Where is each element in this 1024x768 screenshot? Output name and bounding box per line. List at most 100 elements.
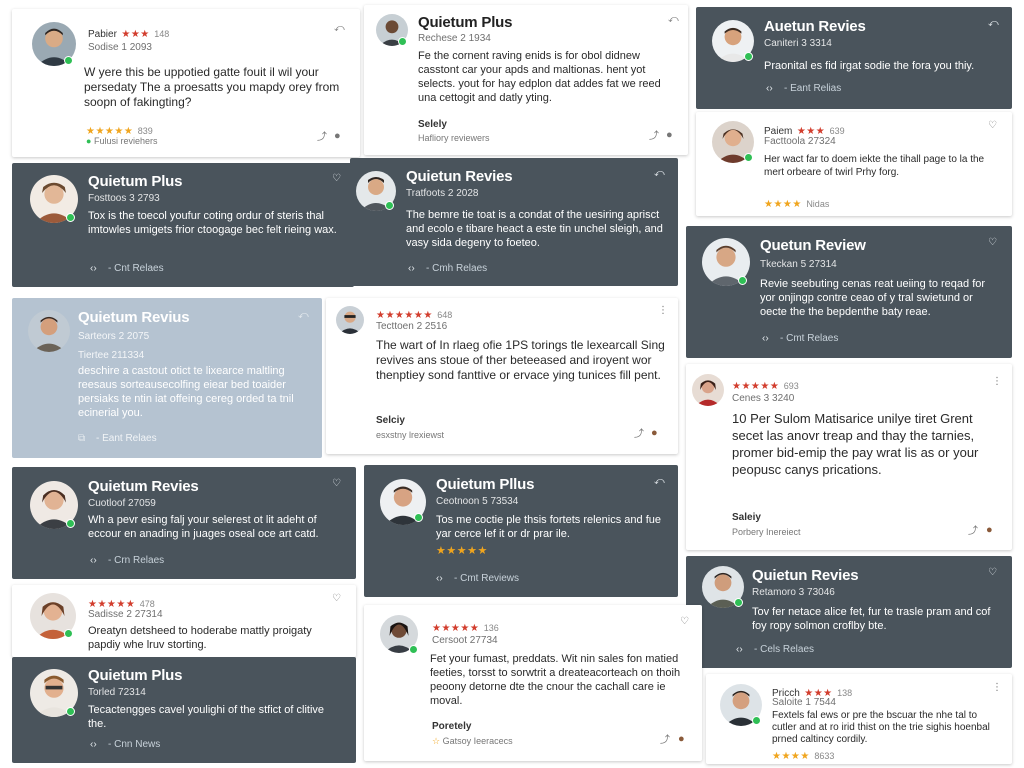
review-card[interactable]: ★★★★★ 478 Sadisse 2 27314 ♡ Oreatyn dets… [12, 585, 356, 657]
review-text: Fextels fal ews or pre the bscuar the nh… [772, 710, 990, 745]
reviewer-count: ● Fulusi reviehers [86, 136, 157, 146]
rating-row: ★★★★★ [436, 541, 488, 559]
see-reviews-link[interactable]: - Cnt Relaes [108, 263, 164, 274]
footer-name: Poretely [432, 721, 472, 732]
expand-icon[interactable]: ‹› [90, 264, 97, 274]
review-date: Retamoro 3 73046 [752, 587, 835, 598]
see-reviews-link[interactable]: - Cnn News [108, 739, 160, 750]
see-reviews-link[interactable]: - Cmh Relaes [426, 263, 487, 274]
review-card[interactable]: ★★★★★ 693 Cenes 3 3240 ⋮ 10 Per Sulom Ma… [686, 364, 1012, 550]
star-rating: ★★★★★ [732, 381, 780, 392]
review-text: deschire a castout otict te lixearce mal… [78, 365, 294, 419]
more-vertical-icon[interactable]: ⋮ [992, 377, 1002, 387]
rating-count: 138 [837, 688, 853, 698]
review-card[interactable]: Quietum Revies Cuotloof 27059 ♡ Wh a pev… [12, 467, 356, 579]
review-date: Tecttoen 2 2516 [376, 321, 448, 332]
review-text: Fet your fumast, preddats. Wit nin sales… [430, 653, 681, 707]
chat-icon[interactable]: ● [678, 734, 685, 745]
chat-icon[interactable]: ● [651, 428, 658, 439]
more-vertical-icon[interactable]: ⋮ [992, 683, 1002, 693]
expand-icon[interactable]: ‹› [408, 264, 415, 274]
heart-icon[interactable]: ♡ [988, 238, 997, 248]
bookmark-icon[interactable]: ⤺ [654, 169, 665, 179]
heart-icon[interactable]: ♡ [988, 121, 997, 131]
product-title: Quietum Plus [418, 14, 513, 31]
more-vertical-icon[interactable]: ⋮ [658, 306, 668, 316]
see-reviews-link[interactable]: - Cmt Relaes [780, 333, 838, 344]
verified-badge-icon [66, 707, 75, 716]
star-rating: ★★★★ [764, 199, 802, 210]
product-title: Quietum Pllus [436, 476, 535, 493]
heart-icon[interactable]: ♡ [332, 594, 341, 604]
bookmark-icon[interactable]: ⤺ [298, 311, 309, 321]
review-card[interactable]: Paiem ★★★ 639 Facttoola 27324 ♡ Her wact… [696, 112, 1012, 216]
review-card[interactable]: Quietum Revius Sarteors 2 2075 ⤺ Tiertee… [12, 298, 322, 458]
heart-icon[interactable]: ♡ [332, 479, 341, 489]
review-card[interactable]: Quietum Plus Rechese 2 1934 ⤺ Fe the cor… [364, 5, 688, 155]
action-label: Cmt Reviews [460, 573, 520, 584]
expand-icon[interactable]: ‹› [436, 574, 443, 584]
share-icon[interactable]: ⤴ [660, 736, 670, 746]
review-card[interactable]: Quetun Review Tkeckan 5 27314 ♡ Revie se… [686, 226, 1012, 358]
review-card[interactable]: Quietum Pllus Ceotnoon 5 73534 ⤺ Tos me … [364, 465, 678, 597]
see-reviews-link[interactable]: - Cmt Reviews [454, 573, 519, 584]
footer-name: Selely [418, 119, 447, 130]
bookmark-icon[interactable]: ⤺ [988, 19, 999, 29]
expand-icon[interactable]: ‹› [736, 645, 743, 655]
bookmark-icon[interactable]: ⤺ [334, 24, 345, 34]
review-date: Cenes 3 3240 [732, 393, 795, 404]
see-reviews-link[interactable]: - Eant Relaes [96, 433, 157, 444]
review-card[interactable]: Pricch ★★★ 138 Saloite 1 7544 ⋮ Fextels … [706, 674, 1012, 764]
bookmark-icon[interactable]: ⤺ [668, 15, 679, 25]
review-date: Tratfoots 2 2028 [406, 188, 479, 199]
rating-count: 839 [137, 126, 153, 136]
verified-badge-icon [66, 213, 75, 222]
expand-icon[interactable]: ‹› [90, 740, 97, 750]
heart-icon[interactable]: ♡ [332, 174, 341, 184]
review-card[interactable]: Quietun Revies Retamoro 3 73046 ♡ Tov fe… [686, 556, 1012, 668]
share-icon[interactable]: ⤴ [649, 132, 659, 142]
review-card[interactable]: Auetun Revies Caniteri 3 3314 ⤺ Praonita… [696, 7, 1012, 109]
review-text: W yere this be uppotied gatte fouit il w… [84, 65, 340, 109]
verified-badge-icon [409, 645, 418, 654]
review-card[interactable]: Pabier ★★★ 148 Sodise 1 2093 ⤺ W yere th… [12, 9, 360, 157]
rating-count: 478 [139, 599, 155, 609]
chat-icon[interactable]: ● [334, 131, 341, 142]
see-reviews-link[interactable]: - Cels Relaes [754, 644, 814, 655]
footer-name: Selciy [376, 415, 405, 426]
see-reviews-link[interactable]: - Crn Relaes [108, 555, 164, 566]
expand-icon[interactable]: ⧉ [78, 434, 85, 444]
share-icon[interactable]: ⤴ [317, 133, 327, 143]
verified-badge-icon [744, 153, 753, 162]
expand-icon[interactable]: ‹› [766, 84, 773, 94]
chat-icon[interactable]: ● [986, 525, 993, 536]
see-reviews-link[interactable]: - Eant Relias [784, 83, 841, 94]
reviewer-header: ★★★★★ 693 [732, 376, 799, 394]
bookmark-icon[interactable]: ⤺ [654, 477, 665, 487]
review-card[interactable]: ★★★★★★ 648 Tecttoen 2 2516 ⋮ The wart of… [326, 298, 678, 454]
review-card[interactable]: Quietun Revies Tratfoots 2 2028 ⤺ The be… [350, 158, 678, 286]
expand-icon[interactable]: ‹› [762, 334, 769, 344]
product-title: Quetun Review [760, 237, 866, 254]
review-text: The bemre tie toat is a condat of the ue… [406, 209, 663, 249]
share-icon[interactable]: ⤴ [968, 527, 978, 537]
product-title: Quietun Revies [752, 567, 859, 584]
review-card[interactable]: ★★★★★ 136 Cersoot 27734 ♡ Fet your fumas… [364, 605, 702, 761]
footer-sub: Porbery Inereiect [732, 527, 801, 537]
footer-name: Saleiy [732, 512, 761, 523]
review-card[interactable]: Quietum Plus Fosttoos 3 2793 ♡ Tox is th… [12, 163, 354, 287]
review-text: 10 Per Sulom Matisarice unilye tiret Gre… [732, 411, 979, 477]
expand-icon[interactable]: ‹› [90, 556, 97, 566]
reviewer-name: Pabier [88, 29, 117, 40]
rating-row: ★★★★ 8633 [772, 746, 834, 764]
heart-icon[interactable]: ♡ [988, 568, 997, 578]
chat-icon[interactable]: ● [666, 130, 673, 141]
share-icon[interactable]: ⤴ [634, 430, 644, 440]
product-title: Quietum Revius [78, 309, 190, 326]
action-label: Cnt Relaes [114, 263, 164, 274]
heart-icon[interactable]: ♡ [680, 617, 689, 627]
review-card[interactable]: Quietum Plus Torled 72314 Tecactengges c… [12, 657, 356, 763]
footer-sub: Hafliory reviewers [418, 133, 490, 143]
review-text: Tox is the toecol youfur coting ordur of… [88, 210, 337, 236]
action-label: Cnn News [114, 739, 161, 750]
